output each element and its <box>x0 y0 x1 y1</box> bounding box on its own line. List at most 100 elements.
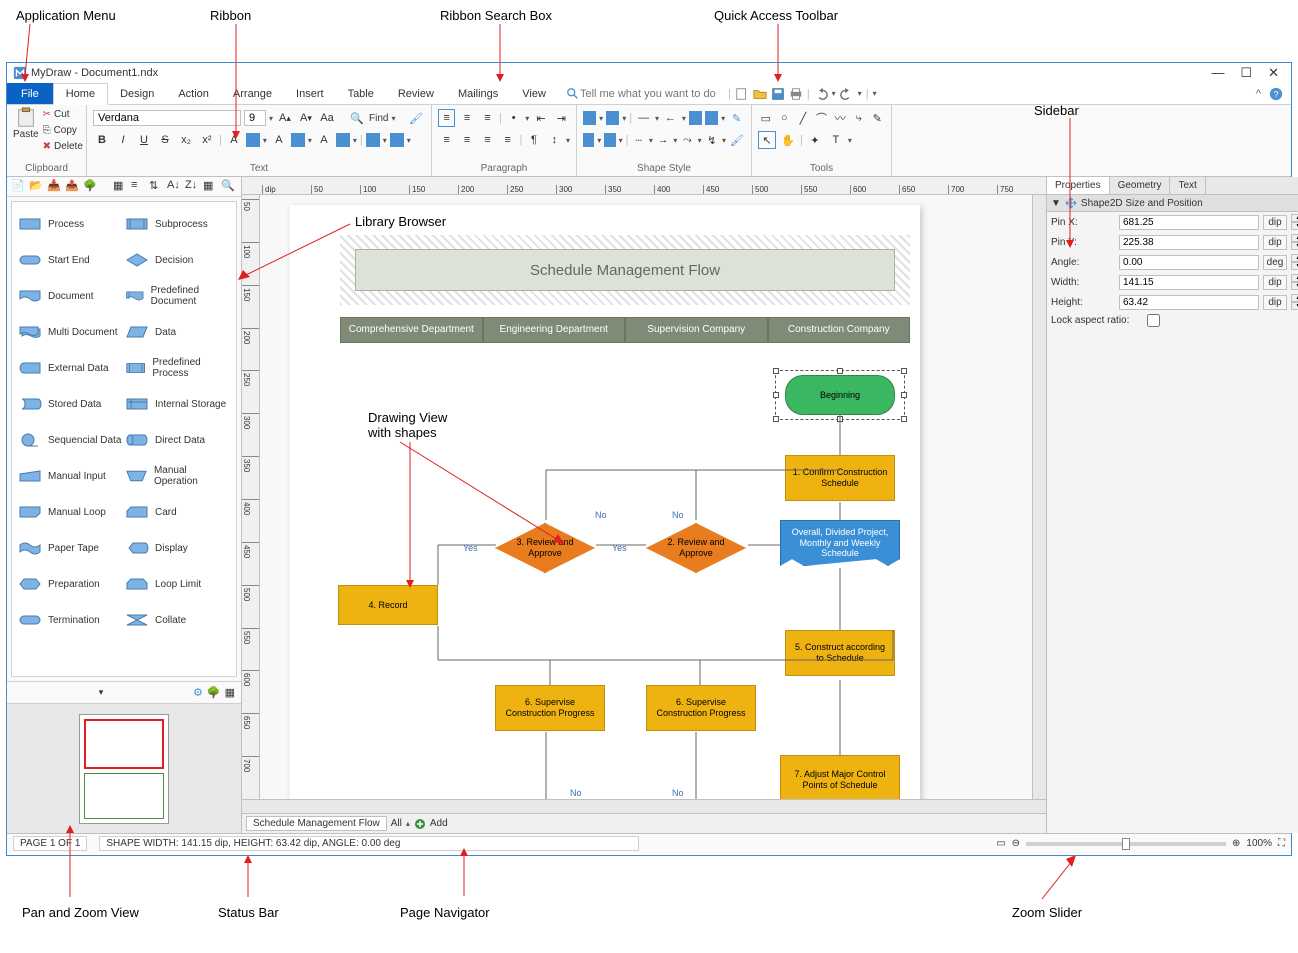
lib-import-icon[interactable]: 📥 <box>47 179 63 195</box>
view-mode-icon[interactable]: ▭ <box>996 838 1005 849</box>
line-spacing-icon[interactable]: ↕ <box>546 131 563 149</box>
lib-za-icon[interactable]: Z↓ <box>185 179 201 195</box>
height-spinner[interactable]: ▴▾ <box>1291 294 1298 310</box>
height-input[interactable] <box>1119 295 1259 310</box>
help-icon[interactable]: ? <box>1269 87 1283 101</box>
format-painter-icon[interactable]: 🖌 <box>407 109 425 127</box>
shape-item-predefined-process[interactable]: Predefined Process <box>125 352 230 384</box>
arrow-begin-icon[interactable]: ← <box>662 109 679 127</box>
lib-tree2-icon[interactable]: 🌳 <box>207 686 221 699</box>
zoom-level[interactable]: 100% <box>1246 838 1272 849</box>
superscript-icon[interactable]: x² <box>198 131 216 149</box>
routing-icon[interactable]: ↯ <box>705 131 719 149</box>
ellipse-tool-icon[interactable]: ○ <box>777 109 793 127</box>
shadow-swatch[interactable] <box>689 111 702 125</box>
lib-dock-icon[interactable]: ▦ <box>225 686 235 699</box>
align-left-icon[interactable]: ≡ <box>438 131 455 149</box>
fit-page-icon[interactable]: ⛶ <box>1278 838 1285 849</box>
pointer-tool-icon[interactable]: ↖ <box>758 131 776 149</box>
shrink-font-icon[interactable]: A▾ <box>297 109 315 127</box>
paste-button[interactable]: Paste <box>13 107 39 154</box>
close-button[interactable]: ✕ <box>1268 65 1279 81</box>
piny-input[interactable] <box>1119 235 1259 250</box>
align-right-icon[interactable]: ≡ <box>479 131 496 149</box>
redo-icon[interactable] <box>840 87 854 101</box>
scrollbar-horizontal[interactable] <box>242 799 1046 813</box>
shape-confirm[interactable]: 1. Confirm Construction Schedule <box>785 455 895 501</box>
connector-tool-icon[interactable]: ⤷ <box>851 109 867 127</box>
shape-overall[interactable]: Overall, Divided Project, Monthly and We… <box>780 520 900 566</box>
tab-table[interactable]: Table <box>336 83 386 104</box>
shape-item-termination[interactable]: Termination <box>18 604 123 636</box>
swim-col-0[interactable]: Comprehensive Department <box>340 317 483 343</box>
eyedropper-icon[interactable]: ✎ <box>728 109 745 127</box>
align-middle-icon[interactable]: ≡ <box>458 109 475 127</box>
delete-button[interactable]: ✖Delete <box>43 139 83 154</box>
align-bottom-icon[interactable]: ≡ <box>479 109 496 127</box>
add-page-icon[interactable] <box>414 818 426 830</box>
lib-sort-icon[interactable]: ⇅ <box>149 179 165 195</box>
italic-icon[interactable]: I <box>114 131 132 149</box>
text-fill-icon[interactable]: A <box>315 131 333 149</box>
pinx-input[interactable] <box>1119 215 1259 230</box>
text-tool-icon[interactable]: T <box>827 131 845 149</box>
prop-section-header[interactable]: ▼ Shape2D Size and Position <box>1047 195 1298 212</box>
collapse-ribbon-icon[interactable]: ^ <box>1256 88 1261 100</box>
shape-item-manual-operation[interactable]: Manual Operation <box>125 460 230 492</box>
arc-tool-icon[interactable]: ⌒ <box>814 109 830 127</box>
page-tab-all-dropdown[interactable]: ▴ <box>406 819 410 828</box>
align-top-icon[interactable]: ≡ <box>438 109 455 127</box>
grow-font-icon[interactable]: A▴ <box>276 109 294 127</box>
shape-item-sequencial-data[interactable]: Sequencial Data <box>18 424 123 456</box>
shape-construct5[interactable]: 5. Construct according to Schedule <box>785 630 895 676</box>
lib-open-icon[interactable]: 📂 <box>29 179 45 195</box>
lib-fav-icon[interactable]: ⚙ <box>193 686 203 699</box>
tab-action[interactable]: Action <box>166 83 221 104</box>
new-icon[interactable] <box>735 87 749 101</box>
shape-item-internal-storage[interactable]: Internal Storage <box>125 388 230 420</box>
angle-input[interactable] <box>1119 255 1259 270</box>
print-icon[interactable] <box>789 87 803 101</box>
add-page-label[interactable]: Add <box>430 818 448 829</box>
fill-swatch[interactable] <box>583 111 596 125</box>
shape-item-start-end[interactable]: Start End <box>18 244 123 276</box>
diagram-title[interactable]: Schedule Management Flow <box>355 249 895 291</box>
font-size-combo[interactable] <box>244 110 266 126</box>
shape-item-external-data[interactable]: External Data <box>18 352 123 384</box>
highlight-icon[interactable]: A <box>270 131 288 149</box>
prop-tab-text[interactable]: Text <box>1170 177 1205 194</box>
shape-review2[interactable]: 2. Review and Approve <box>646 523 746 573</box>
lib-new-icon[interactable]: 📄 <box>11 179 27 195</box>
save-icon[interactable] <box>771 87 785 101</box>
line-style-icon[interactable]: — <box>635 109 652 127</box>
shape-beginning[interactable]: Beginning <box>785 375 895 415</box>
angle-spinner[interactable]: ▴▾ <box>1291 254 1298 270</box>
freehand-tool-icon[interactable]: ✎ <box>869 109 885 127</box>
shape-item-collate[interactable]: Collate <box>125 604 230 636</box>
shape-item-subprocess[interactable]: Subprocess <box>125 208 230 240</box>
shape-item-card[interactable]: Card <box>125 496 230 528</box>
zoom-out-icon[interactable]: ⊖ <box>1012 838 1020 849</box>
maximize-button[interactable]: ☐ <box>1240 65 1252 81</box>
highlight-swatch[interactable] <box>291 133 305 147</box>
shape-item-direct-data[interactable]: Direct Data <box>125 424 230 456</box>
shape-supervise6a[interactable]: 6. Supervise Construction Progress <box>495 685 605 731</box>
qat-customize[interactable]: ▾ <box>873 89 877 98</box>
open-icon[interactable] <box>753 87 767 101</box>
swim-col-3[interactable]: Construction Company <box>768 317 911 343</box>
zoom-slider[interactable] <box>1026 842 1226 846</box>
find-icon[interactable]: 🔍 <box>348 109 366 127</box>
paragraph-mark-icon[interactable]: ¶ <box>525 131 542 149</box>
ribbon-search[interactable] <box>566 83 720 104</box>
lib-tree-icon[interactable]: 🌳 <box>83 179 99 195</box>
lock-aspect-checkbox[interactable] <box>1147 314 1160 327</box>
text-fill-swatch[interactable] <box>336 133 350 147</box>
bold-icon[interactable]: B <box>93 131 111 149</box>
edit-geometry-icon[interactable]: ✦ <box>806 131 824 149</box>
pan-tool-icon[interactable]: ✋ <box>779 131 797 149</box>
shape-item-manual-input[interactable]: Manual Input <box>18 460 123 492</box>
pinx-spinner[interactable]: ▴▾ <box>1291 214 1298 230</box>
shape-item-manual-loop[interactable]: Manual Loop <box>18 496 123 528</box>
change-case-icon[interactable]: Aa <box>318 109 336 127</box>
width-spinner[interactable]: ▴▾ <box>1291 274 1298 290</box>
